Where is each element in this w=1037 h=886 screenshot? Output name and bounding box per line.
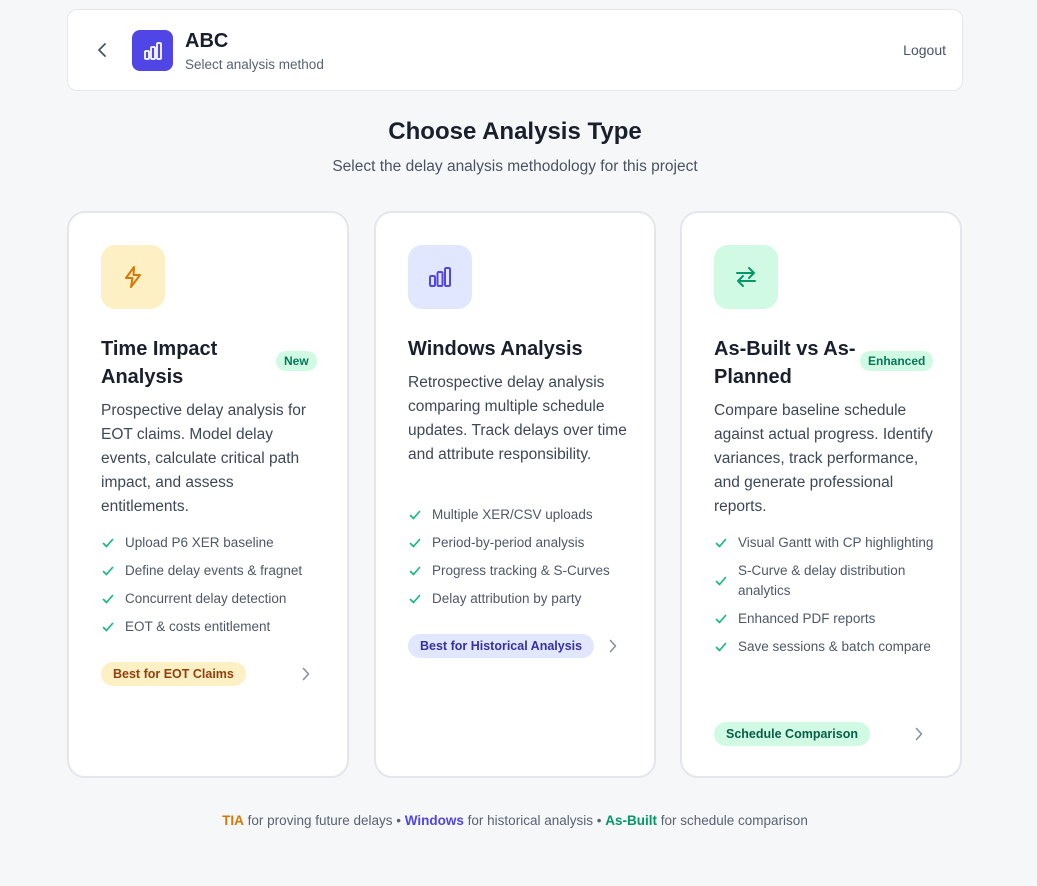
card-title: Time Impact Analysis bbox=[101, 338, 218, 388]
feature-item: Save sessions & batch compare bbox=[714, 637, 936, 657]
feature-item: Multiple XER/CSV uploads bbox=[408, 505, 630, 525]
footer-windows-text: for historical analysis bbox=[467, 813, 593, 828]
logout-button[interactable]: Logout bbox=[903, 42, 946, 58]
feature-list: Visual Gantt with CP highlighting S-Curv… bbox=[714, 533, 936, 665]
best-for-tag: Schedule Comparison bbox=[714, 722, 870, 746]
card-icon-container bbox=[101, 245, 165, 309]
chevron-right-icon[interactable] bbox=[911, 726, 927, 742]
feature-item: EOT & costs entitlement bbox=[101, 617, 323, 637]
check-icon bbox=[714, 536, 728, 550]
footer-separator: • bbox=[396, 813, 402, 828]
check-icon bbox=[101, 536, 115, 550]
feature-item: Upload P6 XER baseline bbox=[101, 533, 323, 553]
app-subtitle: Select analysis method bbox=[185, 57, 324, 72]
footer-asbuilt-text: for schedule comparison bbox=[660, 813, 808, 828]
page-subtitle: Select the delay analysis methodology fo… bbox=[332, 158, 698, 175]
bar-chart-icon bbox=[429, 267, 451, 287]
analysis-card-windows[interactable]: Windows Analysis Retrospective delay ana… bbox=[374, 211, 656, 778]
feature-item: Delay attribution by party bbox=[408, 589, 630, 609]
feature-item: S-Curve & delay distribution analytics bbox=[714, 561, 936, 601]
enhanced-badge: Enhanced bbox=[860, 351, 934, 371]
footer-windows: Windows bbox=[404, 813, 464, 828]
feature-item: Progress tracking & S-Curves bbox=[408, 561, 630, 581]
feature-list: Upload P6 XER baseline Define delay even… bbox=[101, 533, 323, 645]
back-button[interactable] bbox=[90, 36, 114, 64]
check-icon bbox=[408, 592, 422, 606]
best-for-tag: Best for EOT Claims bbox=[101, 662, 246, 686]
footer-tia-text: for proving future delays bbox=[247, 813, 393, 828]
feature-item: Concurrent delay detection bbox=[101, 589, 323, 609]
card-description: Prospective delay analysis for EOT claim… bbox=[101, 402, 307, 515]
feature-item: Visual Gantt with CP highlighting bbox=[714, 533, 936, 553]
check-icon bbox=[408, 536, 422, 550]
card-title: Windows Analysis bbox=[408, 338, 583, 360]
app-header: ABC Select analysis method Logout bbox=[67, 9, 963, 91]
analysis-card-tia[interactable]: Time Impact Analysis New Prospective del… bbox=[67, 211, 349, 778]
swap-arrows-icon bbox=[736, 267, 756, 287]
check-icon bbox=[101, 564, 115, 578]
best-for-tag: Best for Historical Analysis bbox=[408, 634, 595, 658]
check-icon bbox=[714, 574, 728, 588]
chevron-left-icon bbox=[98, 43, 106, 57]
check-icon bbox=[408, 564, 422, 578]
check-icon bbox=[408, 508, 422, 522]
feature-list: Multiple XER/CSV uploads Period-by-perio… bbox=[408, 505, 630, 617]
bar-chart-icon bbox=[143, 41, 162, 60]
footer-asbuilt: As-Built bbox=[605, 813, 657, 828]
new-badge: New bbox=[276, 351, 317, 371]
card-icon-container bbox=[408, 245, 472, 309]
card-title: As-Built vs As-Planned bbox=[714, 338, 856, 388]
footer-tia: TIA bbox=[222, 813, 244, 828]
check-icon bbox=[714, 640, 728, 654]
footer-separator: • bbox=[596, 813, 602, 828]
chevron-right-icon[interactable] bbox=[298, 666, 314, 682]
lightning-bolt-icon bbox=[125, 266, 141, 288]
card-icon-container bbox=[714, 245, 778, 309]
feature-item: Enhanced PDF reports bbox=[714, 609, 936, 629]
page-title: Choose Analysis Type bbox=[388, 118, 642, 145]
feature-item: Period-by-period analysis bbox=[408, 533, 630, 553]
feature-item: Define delay events & fragnet bbox=[101, 561, 323, 581]
card-description: Retrospective delay analysis comparing m… bbox=[408, 374, 627, 463]
check-icon bbox=[101, 620, 115, 634]
check-icon bbox=[101, 592, 115, 606]
footer-legend: TIA for proving future delays • Windows … bbox=[0, 813, 1030, 828]
analysis-card-asbuilt[interactable]: As-Built vs As-Planned Enhanced Compare … bbox=[680, 211, 962, 778]
check-icon bbox=[714, 612, 728, 626]
card-description: Compare baseline schedule against actual… bbox=[714, 402, 933, 515]
app-title: ABC bbox=[185, 30, 229, 52]
app-logo bbox=[132, 30, 173, 71]
chevron-right-icon[interactable] bbox=[605, 638, 621, 654]
